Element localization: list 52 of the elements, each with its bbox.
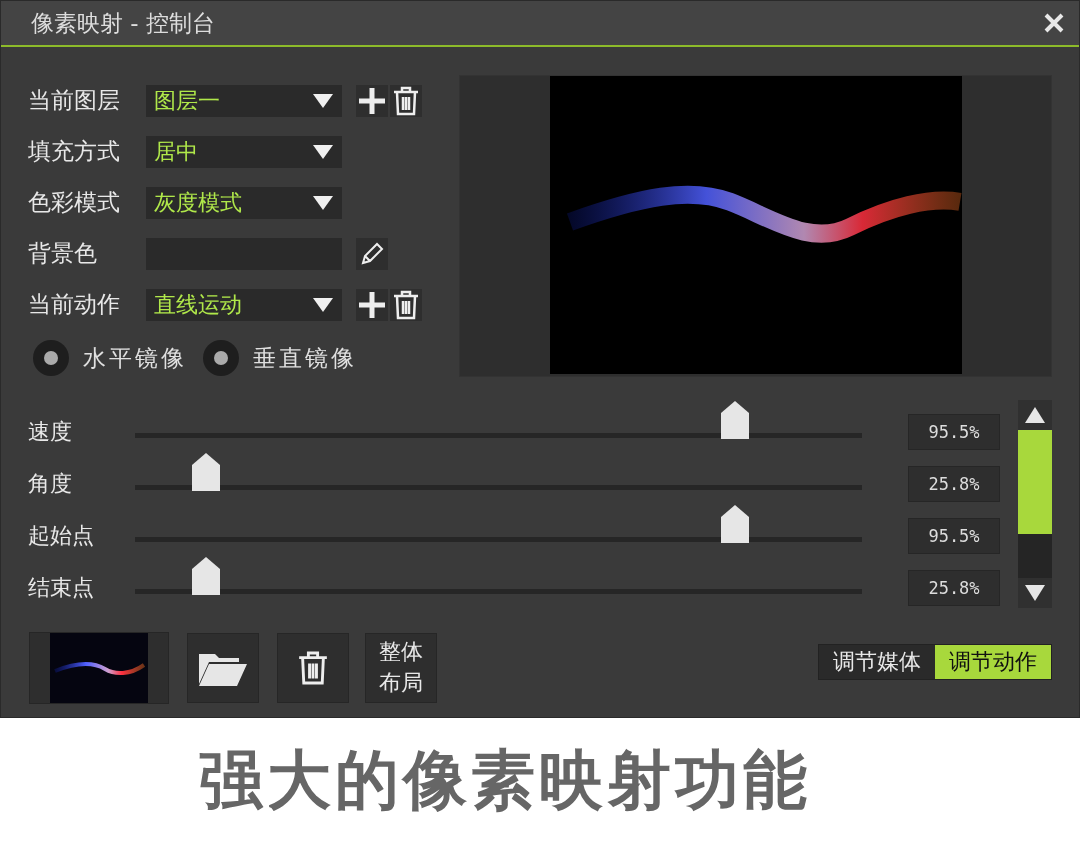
dropdown[interactable]: 灰度模式 [146, 186, 342, 219]
trash-icon [393, 85, 419, 116]
slider-thumb[interactable] [720, 505, 749, 543]
field-label: 当前动作 [28, 290, 121, 319]
caret-icon [312, 296, 334, 313]
slider-label: 起始点 [28, 522, 95, 550]
media-thumbnail[interactable] [29, 632, 169, 704]
slider-label: 速度 [28, 418, 73, 446]
field-label: 当前图层 [28, 86, 121, 115]
slider-thumb[interactable] [720, 401, 749, 439]
value-field[interactable]: 95.5% [908, 518, 1000, 554]
value-field[interactable]: 25.8% [908, 570, 1000, 606]
scrollbar-thumb[interactable] [1018, 430, 1052, 534]
edit-button[interactable] [356, 237, 388, 270]
dropdown[interactable]: 图层一 [146, 84, 342, 117]
open-folder-button[interactable] [187, 633, 259, 703]
scrollbar[interactable] [1018, 400, 1052, 608]
toggle-button[interactable] [33, 340, 69, 376]
close-button[interactable] [1043, 12, 1065, 34]
delete-button[interactable] [390, 84, 422, 117]
trash-icon [393, 289, 419, 320]
slider-thumb[interactable] [192, 453, 221, 491]
tab[interactable]: 调节媒体 [819, 645, 935, 679]
add-button[interactable] [356, 288, 388, 321]
delete-button[interactable] [277, 633, 349, 703]
field-label: 背景色 [28, 239, 98, 268]
slider-thumb[interactable] [192, 557, 221, 595]
toggle-button[interactable] [203, 340, 239, 376]
caption: 强大的像素映射功能 [198, 742, 812, 819]
caret-icon [312, 194, 334, 211]
pencil-icon [359, 240, 385, 267]
window-title: 像素映射 - 控制台 [31, 8, 216, 38]
slider-label: 角度 [28, 470, 73, 498]
field-label: 色彩模式 [28, 188, 121, 217]
slider-label: 结束点 [28, 574, 95, 602]
dropdown[interactable]: 直线运动 [146, 288, 342, 321]
dropdown[interactable]: 居中 [146, 135, 342, 168]
tab[interactable]: 调节动作 [935, 645, 1051, 679]
caret-icon [312, 143, 334, 160]
plus-icon [357, 85, 387, 116]
field-label: 填充方式 [28, 137, 121, 166]
radio-option[interactable]: 垂直镜像 [203, 340, 357, 376]
trash-icon [298, 650, 328, 686]
add-button[interactable] [356, 84, 388, 117]
delete-button[interactable] [390, 288, 422, 321]
caret-icon [312, 92, 334, 109]
layout-button[interactable]: 整体布局 [365, 633, 437, 703]
value-field[interactable]: 25.8% [908, 466, 1000, 502]
close-icon [1043, 12, 1065, 34]
radio-option[interactable]: 水平镜像 [33, 340, 187, 376]
plus-icon [357, 289, 387, 320]
value-field[interactable]: 95.5% [908, 414, 1000, 450]
